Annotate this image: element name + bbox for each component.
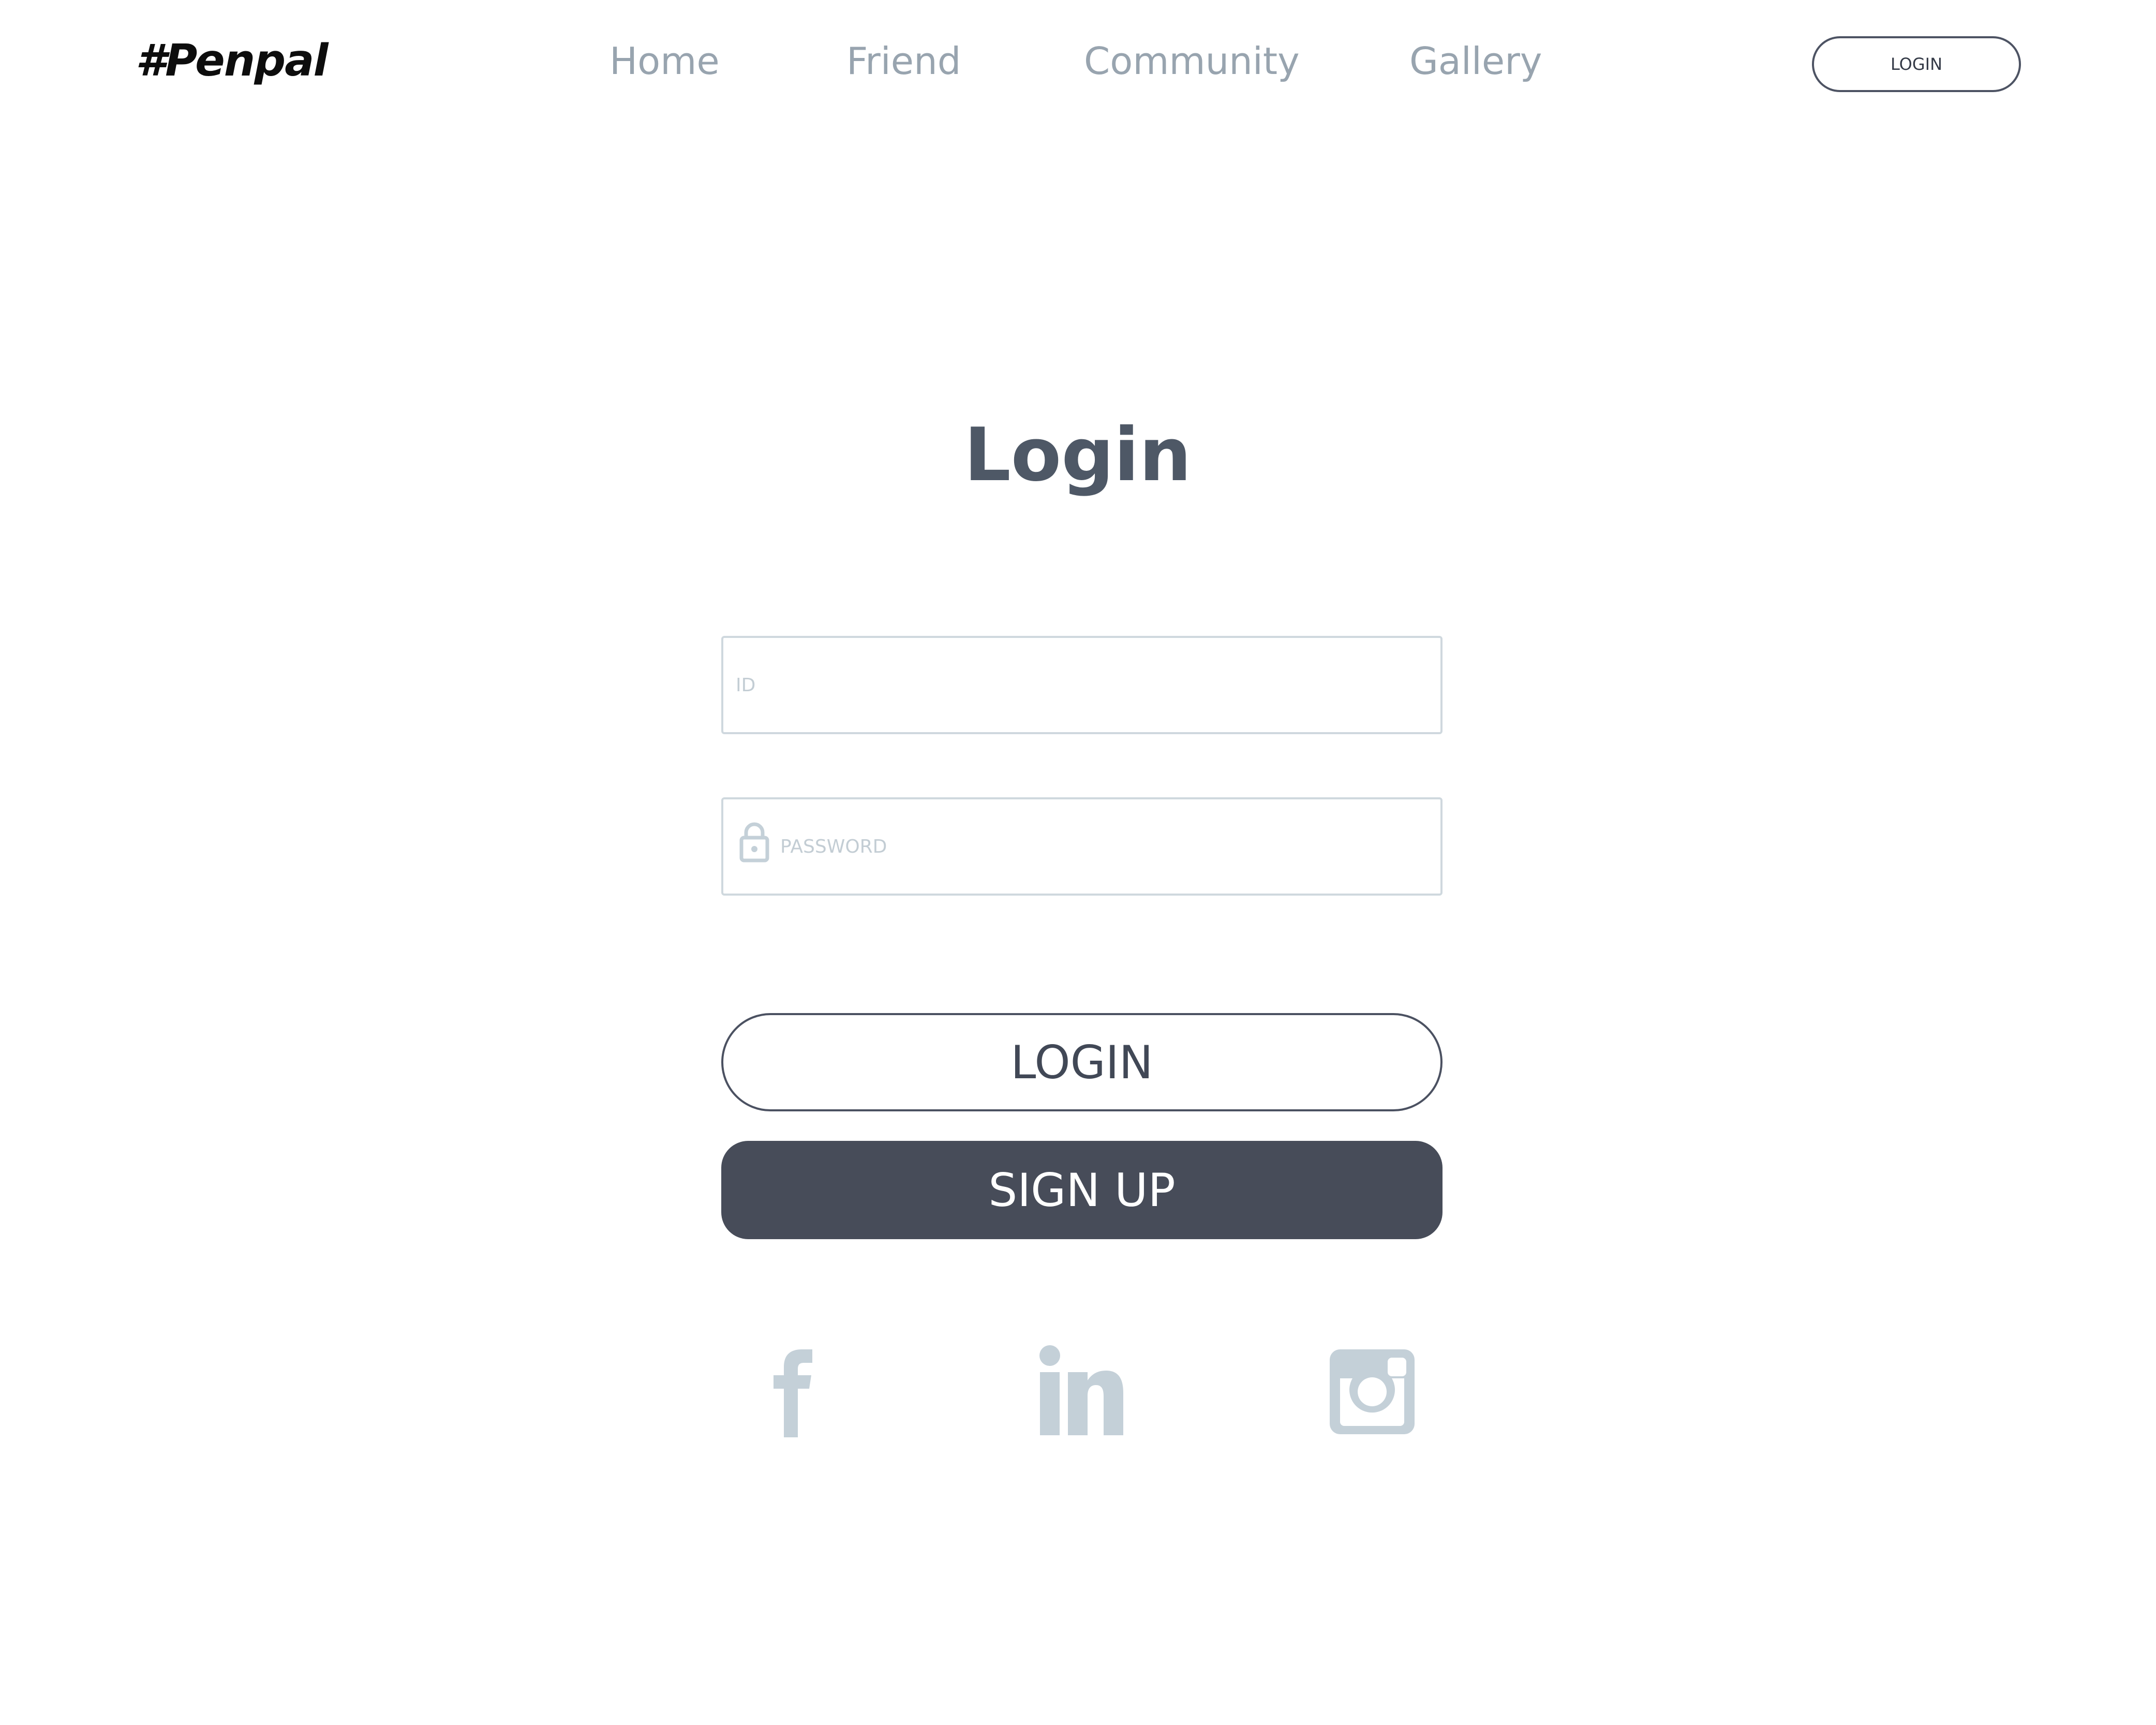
header-login-button[interactable]: LOGIN [1812,36,2021,92]
signup-button[interactable]: SIGN UP [721,1141,1443,1239]
instagram-icon[interactable] [1326,1345,1419,1438]
nav-community[interactable]: Community [1084,30,1300,92]
nav-gallery[interactable]: Gallery [1409,30,1542,92]
login-button[interactable]: LOGIN [721,1013,1443,1111]
password-field [721,797,1443,896]
linkedin-icon[interactable] [1033,1345,1126,1438]
password-input[interactable] [723,799,1440,894]
facebook-icon[interactable] [748,1345,841,1438]
id-input[interactable] [723,638,1440,732]
nav-friend[interactable]: Friend [846,30,961,92]
page-title: Login [964,412,1192,498]
id-field [721,636,1443,734]
brand-logo[interactable]: #Penpal [136,30,329,92]
nav-home[interactable]: Home [609,30,720,92]
